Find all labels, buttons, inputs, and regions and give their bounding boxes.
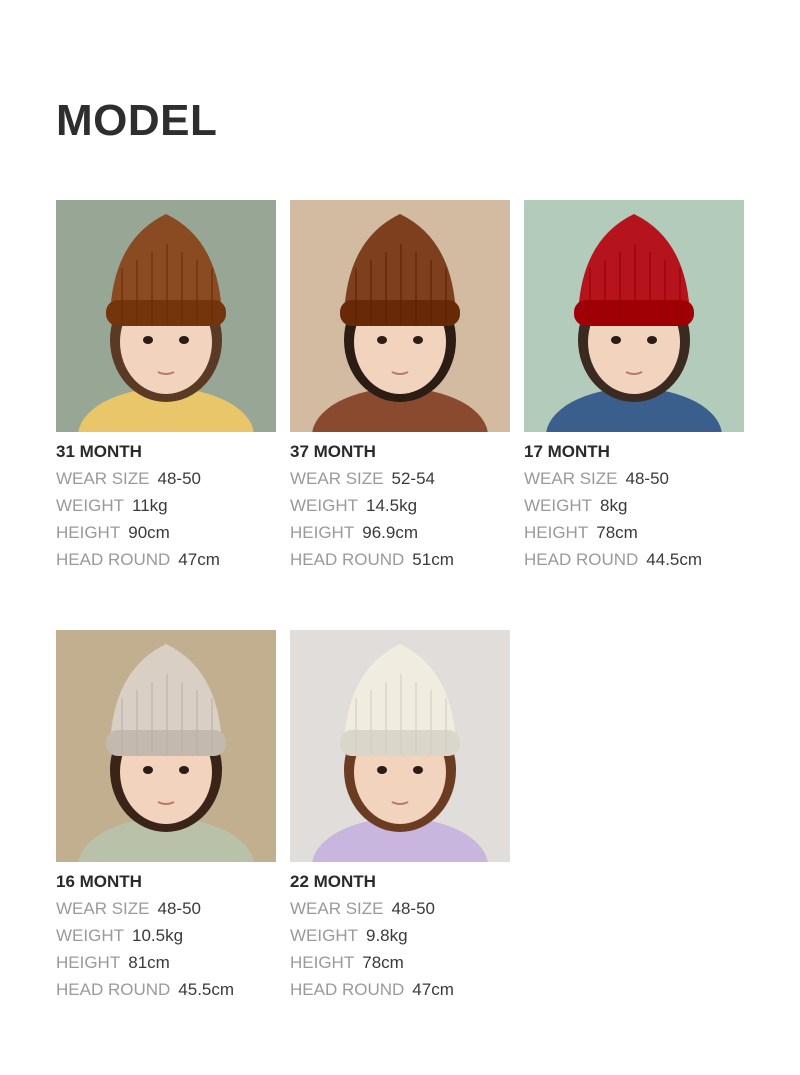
spec-value: 90cm [128, 523, 170, 542]
spec-label: HEAD ROUND [56, 550, 171, 569]
eye-left [377, 766, 387, 774]
photo-illustration [290, 630, 510, 862]
eye-left [143, 766, 153, 774]
spec-row-head-round: HEAD ROUND 44.5cm [524, 549, 744, 571]
model-age: 31 MONTH [56, 442, 142, 461]
model-card: 37 MONTH WEAR SIZE 52-54 WEIGHT 14.5kg HEI… [290, 200, 510, 571]
eye-right [179, 336, 189, 344]
spec-row-wear-size: WEAR SIZE 48-50 [524, 468, 744, 490]
spec-label: WEAR SIZE [56, 899, 150, 918]
photo-illustration [524, 200, 744, 432]
spec-value: 78cm [362, 953, 404, 972]
model-photo [56, 200, 276, 432]
spec-value: 48-50 [157, 469, 201, 488]
spec-label: HEAD ROUND [290, 980, 405, 999]
spec-label: HEIGHT [56, 523, 121, 542]
model-age: 17 MONTH [524, 442, 610, 461]
eye-right [647, 336, 657, 344]
model-age: 37 MONTH [290, 442, 376, 461]
spec-row-head-round: HEAD ROUND 45.5cm [56, 979, 276, 1001]
spec-row-height: HEIGHT 90cm [56, 522, 276, 544]
spec-row-wear-size: WEAR SIZE 48-50 [56, 468, 276, 490]
eye-left [611, 336, 621, 344]
spec-label: WEIGHT [290, 496, 358, 515]
spec-label: WEIGHT [56, 496, 124, 515]
spec-row-weight: WEIGHT 10.5kg [56, 925, 276, 947]
eye-right [413, 766, 423, 774]
model-photo [56, 630, 276, 862]
spec-row-head-round: HEAD ROUND 47cm [56, 549, 276, 571]
spec-row-height: HEIGHT 78cm [290, 952, 510, 974]
spec-row-wear-size: WEAR SIZE 48-50 [290, 898, 510, 920]
spec-label: HEIGHT [290, 953, 355, 972]
photo-illustration [56, 200, 276, 432]
spec-value: 44.5cm [646, 550, 703, 569]
model-card: 22 MONTH WEAR SIZE 48-50 WEIGHT 9.8kg HEIG… [290, 630, 510, 1001]
model-photo [290, 630, 510, 862]
spec-row-height: HEIGHT 96.9cm [290, 522, 510, 544]
photo-illustration [56, 630, 276, 862]
spec-label: WEAR SIZE [290, 469, 384, 488]
model-photo [290, 200, 510, 432]
spec-row-height: HEIGHT 78cm [524, 522, 744, 544]
spec-label: HEIGHT [290, 523, 355, 542]
spec-label: HEIGHT [56, 953, 121, 972]
spec-value: 47cm [178, 550, 220, 569]
spec-row-head-round: HEAD ROUND 47cm [290, 979, 510, 1001]
spec-label: WEIGHT [524, 496, 592, 515]
eye-right [179, 766, 189, 774]
spec-row-weight: WEIGHT 14.5kg [290, 495, 510, 517]
spec-row-wear-size: WEAR SIZE 48-50 [56, 898, 276, 920]
spec-label: WEIGHT [56, 926, 124, 945]
spec-row-weight: WEIGHT 8kg [524, 495, 744, 517]
spec-value: 96.9cm [362, 523, 418, 542]
spec-label: WEIGHT [290, 926, 358, 945]
spec-value: 8kg [600, 496, 628, 515]
spec-value: 14.5kg [366, 496, 418, 515]
spec-value: 11kg [132, 496, 168, 515]
spec-row-wear-size: WEAR SIZE 52-54 [290, 468, 510, 490]
spec-value: 48-50 [625, 469, 669, 488]
spec-value: 51cm [412, 550, 454, 569]
spec-value: 48-50 [391, 899, 435, 918]
spec-label: HEAD ROUND [524, 550, 639, 569]
eye-left [143, 336, 153, 344]
eye-left [377, 336, 387, 344]
spec-value: 9.8kg [366, 926, 408, 945]
spec-value: 78cm [596, 523, 638, 542]
spec-value: 81cm [128, 953, 170, 972]
model-age: 16 MONTH [56, 872, 142, 891]
page-title: MODEL [56, 96, 218, 145]
spec-row-head-round: HEAD ROUND 51cm [290, 549, 510, 571]
spec-value: 45.5cm [178, 980, 235, 999]
model-photo [524, 200, 744, 432]
spec-label: HEIGHT [524, 523, 589, 542]
spec-row-weight: WEIGHT 11kg [56, 495, 276, 517]
eye-right [413, 336, 423, 344]
spec-value: 52-54 [391, 469, 435, 488]
spec-value: 48-50 [157, 899, 201, 918]
spec-label: WEAR SIZE [56, 469, 150, 488]
spec-value: 47cm [412, 980, 454, 999]
spec-label: WEAR SIZE [290, 899, 384, 918]
model-card: 16 MONTH WEAR SIZE 48-50 WEIGHT 10.5kg HEI… [56, 630, 276, 1001]
photo-illustration [290, 200, 510, 432]
model-card: 17 MONTH WEAR SIZE 48-50 WEIGHT 8kg HEIGHT… [524, 200, 744, 571]
spec-row-weight: WEIGHT 9.8kg [290, 925, 510, 947]
model-age: 22 MONTH [290, 872, 376, 891]
spec-label: WEAR SIZE [524, 469, 618, 488]
spec-label: HEAD ROUND [290, 550, 405, 569]
spec-row-height: HEIGHT 81cm [56, 952, 276, 974]
spec-label: HEAD ROUND [56, 980, 171, 999]
spec-value: 10.5kg [132, 926, 184, 945]
model-card: 31 MONTH WEAR SIZE 48-50 WEIGHT 11kg HEIGH… [56, 200, 276, 571]
